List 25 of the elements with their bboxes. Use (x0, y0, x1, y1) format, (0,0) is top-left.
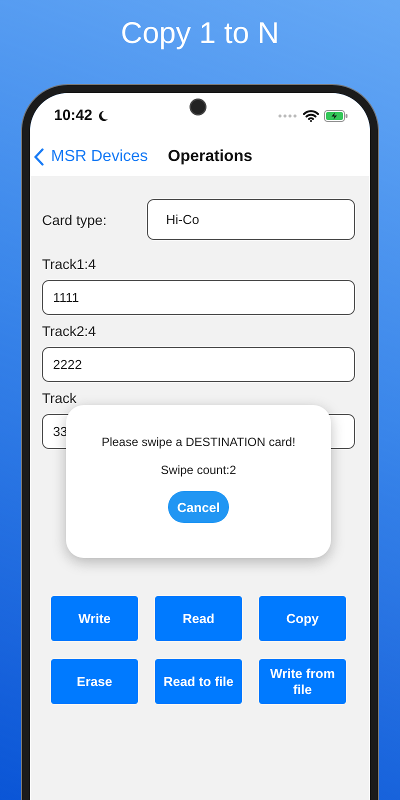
card-type-label: Card type: (42, 212, 107, 228)
chevron-left-icon (34, 148, 44, 166)
track-label: Track2:4 (42, 323, 97, 339)
signal-dots-icon (278, 114, 298, 118)
screen-title: Operations (168, 148, 252, 166)
wifi-icon (303, 110, 319, 122)
camera-icon (191, 100, 205, 114)
status-time: 10:42 (54, 107, 92, 124)
action-button[interactable]: Erase (51, 659, 138, 704)
action-button[interactable]: Read to file (155, 659, 242, 704)
swipe-count: Swipe count:2 (160, 463, 236, 477)
track-label: Track (42, 390, 78, 406)
card-type-field[interactable]: Hi-Co (147, 199, 355, 240)
action-button[interactable]: Write from file (259, 659, 346, 704)
promo-title: Copy 1 to N (120, 16, 280, 52)
moon-icon (97, 110, 110, 122)
battery-icon (324, 110, 348, 122)
action-button[interactable]: Copy (259, 596, 346, 641)
track-field[interactable]: 2222 (42, 347, 355, 382)
action-button[interactable]: Write (51, 596, 138, 641)
action-button[interactable]: Read (155, 596, 242, 641)
track-field[interactable]: 1111 (42, 280, 355, 315)
track-label: Track1:4 (42, 256, 97, 272)
cancel-button[interactable]: Cancel (168, 491, 229, 523)
dialog-message: Please swipe a DESTINATION card! (102, 435, 296, 449)
